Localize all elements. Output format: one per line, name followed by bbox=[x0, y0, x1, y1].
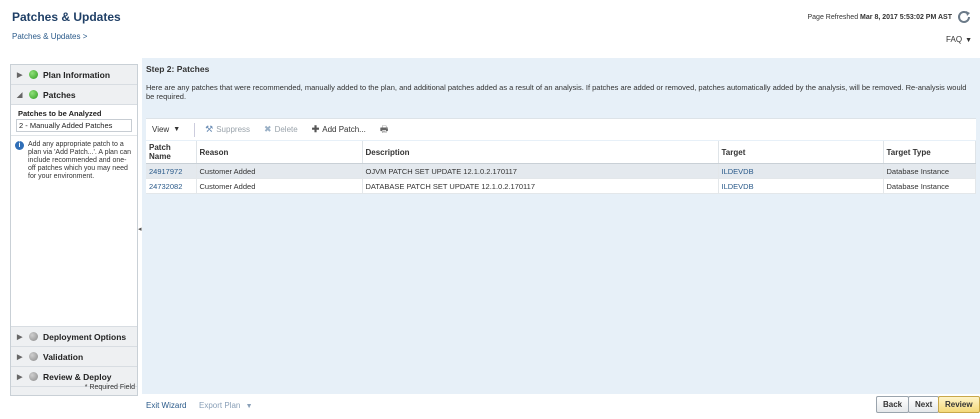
wizard-footer: Exit Wizard Export Plan ▼ Back Next Revi… bbox=[142, 394, 980, 419]
toolbar-divider bbox=[194, 122, 196, 137]
help-note: i Add any appropriate patch to a plan vi… bbox=[11, 136, 137, 186]
substep-manually-added[interactable]: 2 - Manually Added Patches bbox=[16, 119, 132, 132]
patch-name-link[interactable]: 24732082 bbox=[146, 178, 197, 194]
add-patch-label: Add Patch... bbox=[322, 125, 366, 134]
review-button[interactable]: Review bbox=[938, 396, 980, 413]
suppress-icon: ⚒ bbox=[205, 124, 214, 134]
view-menu[interactable]: View ▼ bbox=[152, 125, 180, 134]
step-label: Patches bbox=[43, 89, 76, 100]
suppress-button[interactable]: ⚒ Suppress bbox=[205, 124, 250, 135]
step-description: Here are any patches that were recommend… bbox=[146, 83, 967, 101]
substep-patches-to-analyze[interactable]: Patches to be Analyzed bbox=[16, 108, 132, 119]
step-label: Review & Deploy bbox=[43, 371, 112, 382]
chevron-down-icon: ▼ bbox=[173, 126, 181, 133]
faq-label: FAQ bbox=[946, 35, 963, 44]
step-title: Step 2: Patches bbox=[146, 64, 210, 74]
reason-cell: Customer Added bbox=[196, 178, 363, 194]
table-row[interactable]: 24917972 Customer Added OJVM PATCH SET U… bbox=[146, 163, 976, 179]
add-patch-button[interactable]: ✚ Add Patch... bbox=[312, 124, 366, 135]
faq-menu[interactable]: FAQ ▼ bbox=[946, 35, 972, 44]
column-header-patch-name[interactable]: Patch Name bbox=[146, 141, 197, 164]
expand-triangle-icon: ▶ bbox=[17, 353, 23, 361]
target-link[interactable]: ILDEVDB bbox=[718, 163, 884, 179]
description-cell: OJVM PATCH SET UPDATE 12.1.0.2.170117 bbox=[362, 163, 719, 179]
step-label: Validation bbox=[43, 351, 84, 362]
status-pending-icon bbox=[29, 352, 38, 361]
target-type-cell: Database Instance bbox=[883, 163, 976, 179]
target-type-cell: Database Instance bbox=[883, 178, 976, 194]
patch-table-toolbar: View ▼ ⚒ Suppress ✖ Delete ✚ Add Patch..… bbox=[146, 118, 976, 140]
back-button[interactable]: Back bbox=[876, 396, 910, 413]
main-content: Step 2: Patches Here are any patches tha… bbox=[142, 58, 980, 194]
expand-triangle-icon: ▶ bbox=[17, 333, 23, 341]
required-field-note: * Required Field bbox=[84, 384, 135, 391]
collapse-triangle-icon: ◢ bbox=[17, 91, 23, 99]
breadcrumb[interactable]: Patches & Updates > bbox=[12, 32, 87, 41]
info-icon: i bbox=[15, 141, 24, 150]
substep-list: Patches to be Analyzed 2 - Manually Adde… bbox=[11, 105, 137, 136]
step-plan-information[interactable]: ▶ Plan Information bbox=[11, 65, 137, 85]
refreshed-time: Mar 8, 2017 5:53:02 PM AST bbox=[860, 14, 952, 21]
step-label: Plan Information bbox=[43, 69, 111, 80]
page-title: Patches & Updates bbox=[12, 10, 121, 24]
view-label: View bbox=[152, 125, 170, 134]
page-refreshed-info: Page Refreshed Mar 8, 2017 5:53:02 PM AS… bbox=[808, 14, 953, 21]
expand-triangle-icon: ▶ bbox=[17, 71, 23, 79]
wizard-step-panel: ▶ Plan Information ◢ Patches Patches to … bbox=[10, 64, 138, 396]
help-text: Add any appropriate patch to a plan via … bbox=[28, 141, 132, 180]
table-header-row: Patch Name Reason Description Target Tar… bbox=[146, 141, 976, 164]
step-label: Deployment Options bbox=[43, 331, 127, 342]
step-deployment-options[interactable]: ▶ Deployment Options bbox=[11, 327, 137, 347]
status-complete-icon bbox=[29, 90, 38, 99]
description-cell: DATABASE PATCH SET UPDATE 12.1.0.2.17011… bbox=[362, 178, 719, 194]
print-button[interactable]: 🖶 bbox=[380, 122, 392, 138]
patches-table: Patch Name Reason Description Target Tar… bbox=[146, 141, 976, 194]
delete-label: Delete bbox=[274, 125, 298, 134]
delete-icon: ✖ bbox=[264, 124, 272, 134]
exit-wizard-link[interactable]: Exit Wizard bbox=[146, 401, 186, 410]
status-complete-icon bbox=[29, 70, 38, 79]
step-validation[interactable]: ▶ Validation bbox=[11, 347, 137, 367]
table-row[interactable]: 24732082 Customer Added DATABASE PATCH S… bbox=[146, 178, 976, 194]
reason-cell: Customer Added bbox=[196, 163, 363, 179]
status-pending-icon bbox=[29, 372, 38, 381]
step-patches[interactable]: ◢ Patches bbox=[11, 85, 137, 105]
chevron-down-icon: ▼ bbox=[245, 403, 253, 410]
column-header-target-type[interactable]: Target Type bbox=[883, 141, 976, 164]
column-header-reason[interactable]: Reason bbox=[196, 141, 363, 164]
main-content-empty-area bbox=[142, 194, 980, 394]
refreshed-label: Page Refreshed bbox=[807, 14, 859, 21]
column-header-target[interactable]: Target bbox=[718, 141, 884, 164]
column-header-description[interactable]: Description bbox=[362, 141, 719, 164]
next-button[interactable]: Next bbox=[908, 396, 940, 413]
expand-triangle-icon: ▶ bbox=[17, 373, 23, 381]
patch-name-link[interactable]: 24917972 bbox=[146, 163, 197, 179]
plus-icon: ✚ bbox=[311, 124, 320, 134]
export-plan-label: Export Plan bbox=[199, 401, 241, 410]
suppress-label: Suppress bbox=[216, 125, 251, 134]
status-pending-icon bbox=[29, 332, 38, 341]
page-header: Patches & Updates Patches & Updates > Pa… bbox=[0, 0, 980, 58]
export-plan-menu[interactable]: Export Plan ▼ bbox=[199, 401, 253, 410]
patches-step-details: Patches to be Analyzed 2 - Manually Adde… bbox=[11, 105, 137, 327]
delete-button[interactable]: ✖ Delete bbox=[264, 124, 298, 135]
target-link[interactable]: ILDEVDB bbox=[718, 178, 884, 194]
printer-icon: 🖶 bbox=[379, 123, 389, 134]
refresh-icon[interactable] bbox=[956, 9, 972, 25]
chevron-down-icon: ▼ bbox=[965, 37, 972, 44]
